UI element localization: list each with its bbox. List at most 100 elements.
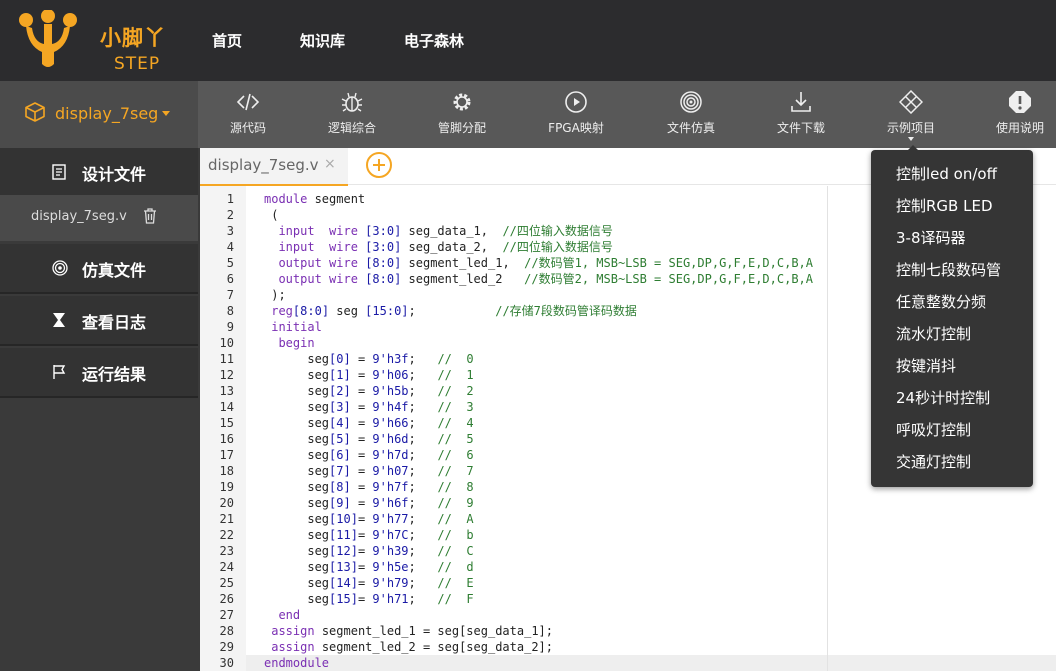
examples-menu-item[interactable]: 控制led on/off — [896, 163, 997, 184]
code-line: assign segment_led_1 = seg[seg_data_1]; — [271, 624, 554, 638]
editor-tab[interactable]: display_7seg.v × — [200, 148, 348, 186]
code-line: seg[11]= 9'h7C; // b — [264, 528, 474, 542]
download-icon — [791, 92, 811, 112]
sidebar-file-item[interactable]: display_7seg.v — [0, 195, 198, 241]
examples-menu-item[interactable]: 呼吸灯控制 — [896, 419, 971, 440]
print-margin — [827, 186, 828, 671]
code-line: seg[1] = 9'h06; // 1 — [264, 368, 474, 382]
code-line: seg[4] = 9'h66; // 4 — [264, 416, 474, 430]
code-line: reg[8:0] seg [15:0]; //存储7段数码管译码数据 — [271, 304, 637, 318]
play-icon — [565, 91, 587, 113]
line-number: 25 — [219, 576, 234, 590]
code-line: seg[9] = 9'h6f; // 9 — [264, 496, 474, 510]
alert-icon — [1009, 91, 1031, 113]
line-number: 1 — [226, 192, 234, 206]
examples-menu-item[interactable]: 控制七段数码管 — [896, 259, 1001, 280]
line-number: 30 — [219, 656, 234, 670]
nav-electronic-forest[interactable]: 电子森林 — [404, 30, 464, 51]
examples-menu-item[interactable]: 3-8译码器 — [896, 227, 966, 248]
line-number: 22 — [219, 528, 234, 542]
line-number: 7 — [226, 288, 234, 302]
examples-menu-item[interactable]: 交通灯控制 — [896, 451, 971, 472]
code-icon — [236, 93, 260, 111]
frog-foot-logo-icon — [19, 10, 77, 67]
line-number: 11 — [219, 352, 234, 366]
document-icon — [52, 164, 66, 180]
brand-subtitle: STEP — [114, 54, 161, 74]
tool-label: 示例项目 — [886, 121, 935, 135]
project-name: display_7seg — [55, 104, 159, 123]
line-number: 29 — [219, 640, 234, 654]
examples-menu-item[interactable]: 24秒计时控制 — [896, 387, 990, 408]
code-line: endmodule — [264, 656, 330, 670]
nav-home[interactable]: 首页 — [212, 30, 242, 51]
project-selector[interactable]: display_7seg — [0, 81, 198, 148]
line-number: 10 — [219, 336, 234, 350]
tool-label: 管脚分配 — [437, 121, 486, 135]
tool-file-download[interactable]: 文件下载 — [753, 81, 849, 148]
tool-help[interactable]: 使用说明 — [972, 81, 1056, 148]
code-line: seg[5] = 9'h6d; // 5 — [264, 432, 474, 446]
code-line: seg[6] = 9'h7d; // 6 — [264, 448, 474, 462]
nav-knowledge-base[interactable]: 知识库 — [300, 30, 345, 51]
tool-label: 使用说明 — [995, 121, 1044, 135]
line-number: 15 — [219, 416, 234, 430]
tool-source-code[interactable]: 源代码 — [200, 81, 296, 148]
tool-synthesis[interactable]: 逻辑综合 — [304, 81, 400, 148]
code-line: seg[12]= 9'h39; // C — [264, 544, 474, 558]
line-number: 21 — [219, 512, 234, 526]
sidebar-view-logs[interactable]: 查看日志 — [0, 296, 198, 346]
close-icon[interactable]: × — [324, 156, 336, 172]
line-number: 12 — [219, 368, 234, 382]
line-number: 17 — [219, 448, 234, 462]
line-number: 18 — [219, 464, 234, 478]
code-line: seg[8] = 9'h7f; // 8 — [264, 480, 474, 494]
code-line: assign segment_led_2 = seg[seg_data_2]; — [271, 640, 554, 654]
line-number: 13 — [219, 384, 234, 398]
examples-menu-item[interactable]: 控制RGB LED — [896, 195, 993, 216]
bug-icon — [341, 92, 363, 112]
tool-pin-assignment[interactable]: 管脚分配 — [414, 81, 510, 148]
tool-label: FPGA映射 — [548, 121, 604, 135]
code-line: seg[0] = 9'h3f; // 0 — [264, 352, 474, 366]
sidebar-run-results[interactable]: 运行结果 — [0, 348, 198, 398]
sidebar-label: 设计文件 — [82, 165, 147, 184]
examples-menu-item[interactable]: 按键消抖 — [896, 355, 956, 376]
line-number: 14 — [219, 400, 234, 414]
sidebar-sim-files[interactable]: 仿真文件 — [0, 244, 198, 294]
code-line: seg[15]= 9'h71; // F — [264, 592, 474, 606]
file-name: display_7seg.v — [31, 209, 127, 224]
tool-fpga-mapping[interactable]: FPGA映射 — [528, 81, 624, 148]
line-number: 24 — [219, 560, 234, 574]
dropdown-arrow — [908, 145, 918, 150]
code-line: ); — [264, 288, 286, 302]
tool-label: 源代码 — [229, 121, 266, 135]
code-line: seg[3] = 9'h4f; // 3 — [264, 400, 474, 414]
line-number: 28 — [219, 624, 234, 638]
line-number: 5 — [226, 256, 234, 270]
tool-example-projects[interactable]: 示例项目 — [863, 81, 959, 148]
line-number: 20 — [219, 496, 234, 510]
tool-file-simulation[interactable]: 文件仿真 — [643, 81, 739, 148]
diamond-icon — [899, 90, 923, 114]
line-number: 8 — [226, 304, 234, 318]
line-number: 26 — [219, 592, 234, 606]
target-icon — [680, 91, 702, 113]
examples-menu-item[interactable]: 流水灯控制 — [896, 323, 971, 344]
sidebar-label: 运行结果 — [82, 365, 147, 384]
line-number: 27 — [219, 608, 234, 622]
code-line: seg[10]= 9'h77; // A — [264, 512, 474, 526]
hourglass-icon — [53, 313, 65, 327]
line-number: 3 — [226, 224, 234, 238]
trash-icon[interactable] — [143, 208, 157, 224]
sidebar-design-files[interactable]: 设计文件 — [0, 148, 198, 198]
examples-menu-item[interactable]: 任意整数分频 — [896, 291, 986, 312]
examples-dropdown-menu: 控制led on/off 控制RGB LED 3-8译码器控制七段数码管 任意整数分频… — [871, 145, 1033, 487]
brand-name: 小脚丫 — [100, 26, 166, 50]
code-line: begin — [278, 336, 315, 350]
line-number: 23 — [219, 544, 234, 558]
logo[interactable]: 小脚丫 STEP — [16, 10, 186, 74]
add-file-button[interactable] — [366, 152, 392, 178]
code-line: input wire [3:0] seg_data_2, //四位输入数据信号 — [278, 240, 613, 254]
code-line: seg[13]= 9'h5e; // d — [264, 560, 474, 574]
